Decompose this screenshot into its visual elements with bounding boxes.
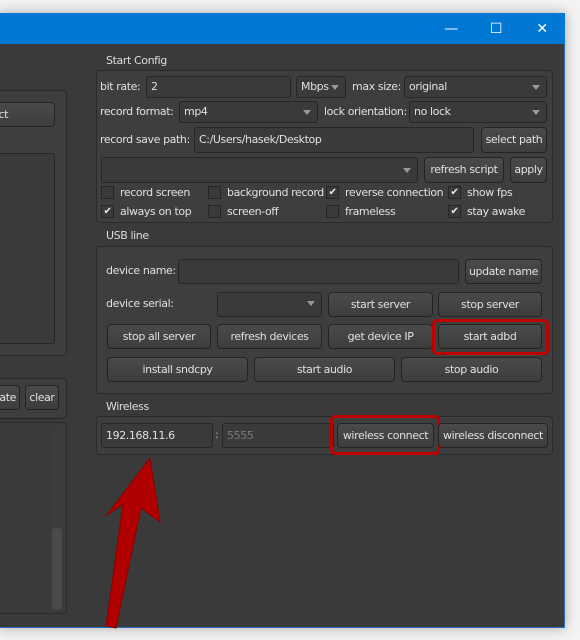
arrow-shape xyxy=(105,456,161,629)
annotation-arrow xyxy=(105,456,161,629)
